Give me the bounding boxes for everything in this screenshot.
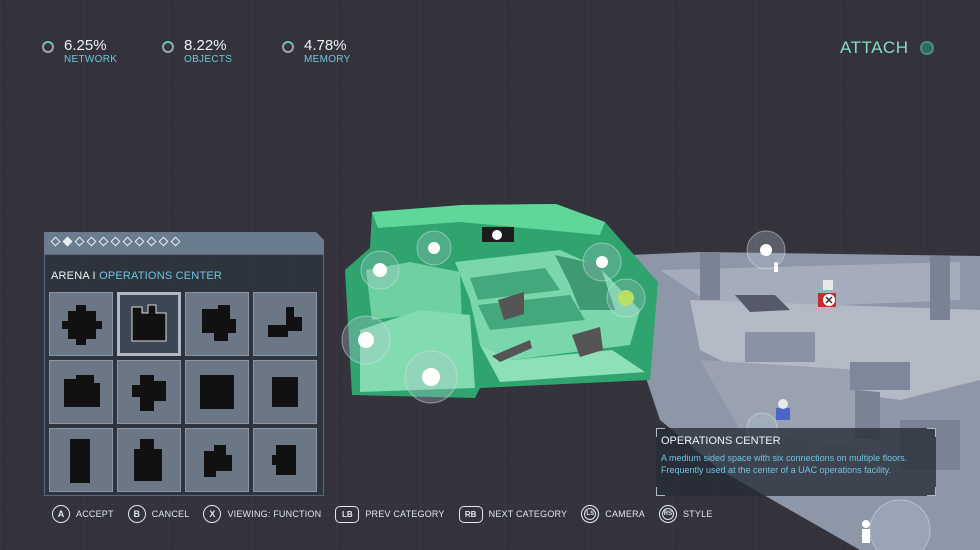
network-label: NETWORK <box>64 54 118 65</box>
panel-title: ARENA I OPERATIONS CENTER <box>51 270 222 282</box>
room-shape-icon <box>268 307 302 337</box>
memory-value: 4.78% <box>304 37 347 54</box>
button-a-icon: A <box>52 505 70 523</box>
button-rs-icon: RS <box>658 505 677 523</box>
room-shape-icon <box>134 439 162 481</box>
objects-label: OBJECTS <box>184 54 233 65</box>
attach-status-icon <box>920 41 935 55</box>
control-hint-camera[interactable]: LS CAMERA <box>581 505 645 523</box>
control-hint-style[interactable]: RS STYLE <box>658 505 713 523</box>
pager-dot[interactable] <box>170 236 181 247</box>
room-tile[interactable] <box>185 292 249 356</box>
room-tile[interactable] <box>49 428 113 492</box>
pager-dot[interactable] <box>86 236 97 247</box>
memory-stat: 4.78% MEMORY <box>282 38 351 65</box>
panel-tab <box>44 232 324 254</box>
room-shape-icon <box>132 375 166 411</box>
room-shape-icon <box>200 375 234 409</box>
attach-button[interactable]: ATTACH <box>840 38 935 58</box>
objects-value: 8.22% <box>184 37 227 54</box>
control-label: VIEWING: FUNCTION <box>227 509 322 519</box>
bracket-top-right <box>927 428 936 437</box>
network-value: 6.25% <box>64 37 107 54</box>
memory-label: MEMORY <box>304 54 351 65</box>
objects-stat: 8.22% OBJECTS <box>162 38 232 65</box>
room-tile-grid <box>49 292 317 492</box>
room-tile[interactable] <box>253 360 317 424</box>
pager-dot[interactable] <box>98 236 109 247</box>
room-tile[interactable] <box>49 292 113 356</box>
controller-hints-bar: A ACCEPT B CANCEL X VIEWING: FUNCTION LB PREV C… <box>52 505 727 523</box>
panel-subcategory: OPERATIONS CENTER <box>99 270 223 282</box>
control-hint-viewing-function[interactable]: X VIEWING: FUNCTION <box>203 505 321 523</box>
category-pager[interactable] <box>50 236 181 247</box>
control-label: CAMERA <box>605 509 645 519</box>
pager-dot[interactable] <box>146 236 157 247</box>
control-label: PREV CATEGORY <box>365 509 445 519</box>
room-shape-icon <box>272 445 296 475</box>
room-shape-icon <box>204 445 232 477</box>
room-tile[interactable] <box>253 428 317 492</box>
pager-dot[interactable] <box>62 236 73 247</box>
room-shape-icon <box>64 375 100 407</box>
network-stat: 6.25% NETWORK <box>42 38 117 65</box>
control-label: CANCEL <box>151 509 190 519</box>
objects-ring-icon <box>162 41 174 53</box>
room-shape-icon <box>131 304 167 342</box>
bracket-bottom-left <box>656 487 665 496</box>
room-tile[interactable] <box>49 360 113 424</box>
control-hint-cancel[interactable]: B CANCEL <box>127 505 190 523</box>
control-label: ACCEPT <box>76 509 114 519</box>
pager-dot[interactable] <box>122 236 133 247</box>
pager-dot[interactable] <box>50 236 61 247</box>
button-ls-icon: LS <box>581 505 600 523</box>
button-b-icon: B <box>127 505 146 523</box>
room-tile-selected[interactable] <box>117 292 181 356</box>
bracket-bottom-right <box>927 487 936 496</box>
control-hint-prev-category[interactable]: LB PREV CATEGORY <box>335 505 445 523</box>
room-info-title: OPERATIONS CENTER <box>661 435 781 447</box>
control-hint-accept[interactable]: A ACCEPT <box>52 505 114 523</box>
control-hint-next-category[interactable]: RB NEXT CATEGORY <box>458 505 568 523</box>
room-tile[interactable] <box>185 428 249 492</box>
pager-dot[interactable] <box>158 236 169 247</box>
pager-dot[interactable] <box>134 236 145 247</box>
room-info-description: A medium sided space with six connection… <box>661 453 908 475</box>
room-shape-icon <box>202 305 236 341</box>
room-tile[interactable] <box>185 360 249 424</box>
room-tile[interactable] <box>117 428 181 492</box>
room-shape-icon <box>272 377 298 407</box>
pager-dot[interactable] <box>110 236 121 247</box>
pager-dot[interactable] <box>74 236 85 247</box>
room-shape-icon <box>62 305 102 345</box>
room-info-panel: OPERATIONS CENTER A medium sided space w… <box>656 428 936 496</box>
button-rb-icon: RB <box>458 505 483 523</box>
button-lb-icon: LB <box>335 505 360 523</box>
control-label: NEXT CATEGORY <box>488 509 568 519</box>
panel-body: ARENA I OPERATIONS CENTER <box>44 254 324 496</box>
attach-label: ATTACH <box>840 38 909 57</box>
button-x-icon: X <box>203 505 222 523</box>
memory-ring-icon <box>282 41 294 53</box>
room-palette-panel: ARENA I OPERATIONS CENTER <box>44 232 324 496</box>
room-tile[interactable] <box>117 360 181 424</box>
network-ring-icon <box>42 41 54 53</box>
control-label: STYLE <box>682 509 713 519</box>
room-shape-icon <box>70 439 90 483</box>
panel-category: ARENA I <box>51 270 100 282</box>
room-tile[interactable] <box>253 292 317 356</box>
